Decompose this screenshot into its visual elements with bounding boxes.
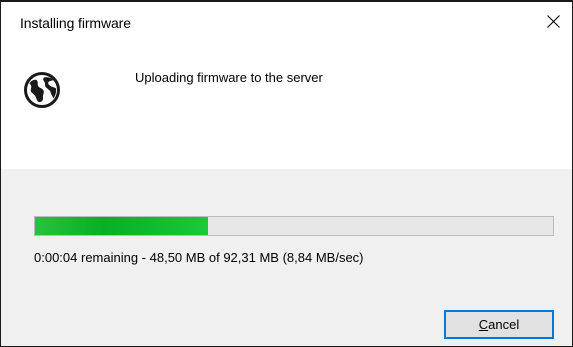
globe-icon: [24, 72, 60, 108]
close-button[interactable]: [538, 8, 570, 36]
cancel-button-label: ancel: [488, 317, 520, 332]
transfer-status-text: 0:00:04 remaining - 48,50 MB of 92,31 MB…: [34, 250, 364, 265]
installing-firmware-dialog: Installing firmware Uploading firmware t…: [0, 0, 573, 347]
status-message: Uploading firmware to the server: [135, 70, 323, 85]
close-icon: [547, 15, 560, 28]
upload-progress-fill: [35, 217, 208, 235]
window-title: Installing firmware: [20, 15, 131, 31]
dialog-footer: 0:00:04 remaining - 48,50 MB of 92,31 MB…: [1, 169, 572, 346]
title-bar: Installing firmware: [1, 2, 572, 36]
cancel-button-mnemonic: C: [478, 317, 489, 332]
upload-progress-bar: [34, 216, 554, 236]
dialog-content: Uploading firmware to the server: [1, 36, 572, 169]
cancel-button[interactable]: Cancel: [444, 310, 554, 339]
